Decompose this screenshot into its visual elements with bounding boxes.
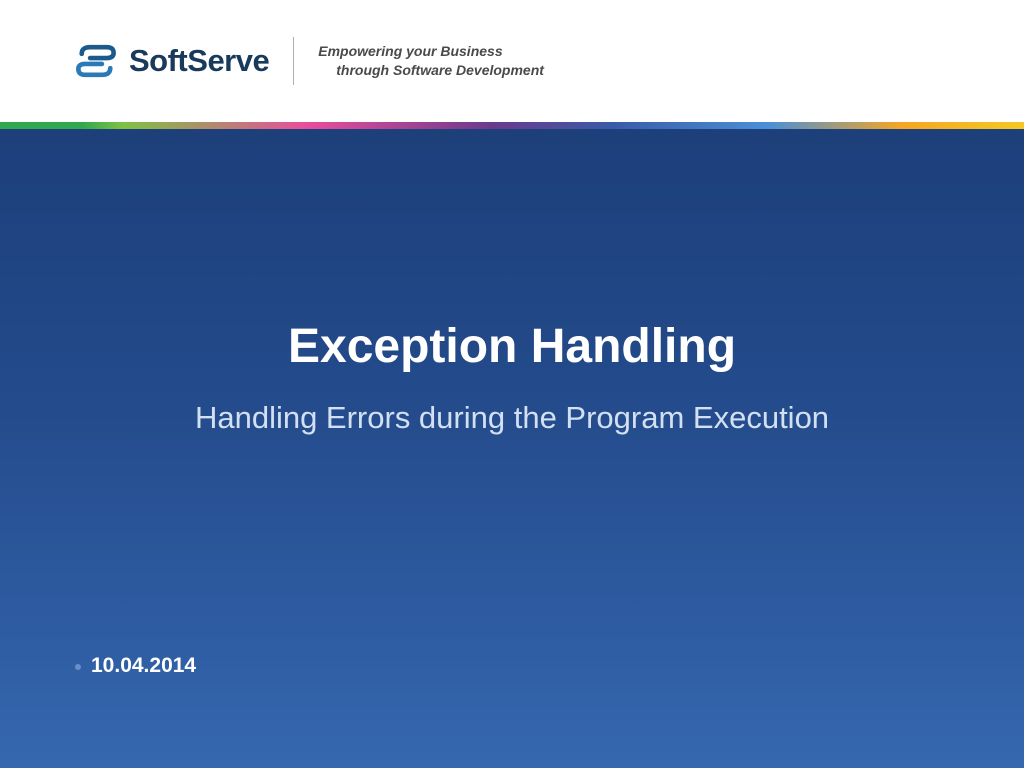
slide-subtitle: Handling Errors during the Program Execu… [195, 400, 829, 436]
header: SoftServe Empowering your Business throu… [0, 0, 1024, 122]
bullet-icon [75, 664, 81, 670]
company-name-rest: Serve [187, 43, 269, 78]
slide-date: 10.04.2014 [91, 654, 196, 678]
main-content: Exception Handling Handling Errors durin… [0, 129, 1024, 768]
logo-block: SoftServe [75, 42, 269, 80]
softserve-logo-icon [75, 42, 117, 80]
vertical-divider [293, 37, 294, 85]
date-row: 10.04.2014 [75, 654, 196, 678]
tagline-line-1: Empowering your Business [318, 42, 544, 61]
gradient-stripe [0, 122, 1024, 129]
slide-title: Exception Handling [288, 319, 736, 374]
tagline: Empowering your Business through Softwar… [318, 42, 544, 80]
company-name-bold: Soft [129, 43, 187, 78]
tagline-line-2: through Software Development [318, 61, 544, 80]
company-name: SoftServe [129, 43, 269, 79]
